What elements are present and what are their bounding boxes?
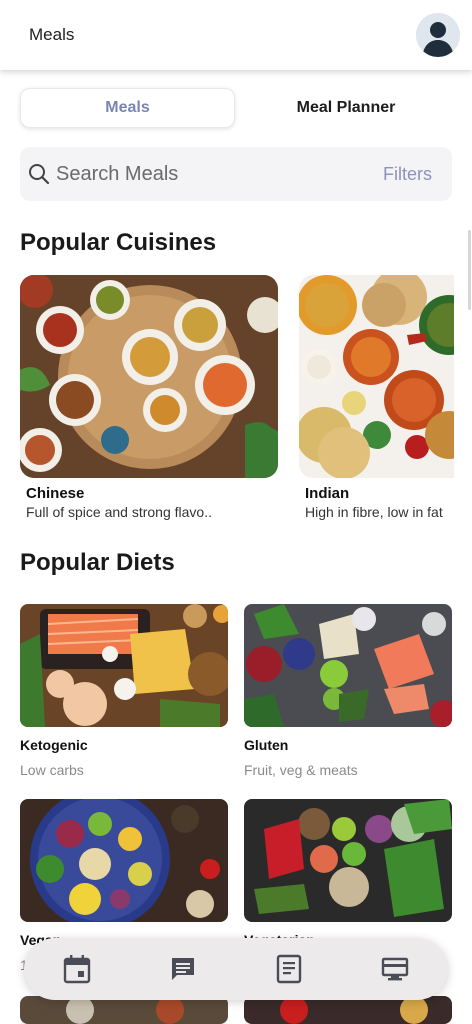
diet-card-next-left[interactable] (20, 996, 228, 1024)
cuisine-description: Full of spice and strong flavo.. (26, 504, 212, 520)
app-bar: Meals (0, 0, 472, 70)
vegetarian-food-image (244, 799, 452, 922)
diet-card-ketogenic[interactable]: Ketogenic Low carbs (20, 604, 228, 778)
chinese-food-image (20, 275, 278, 478)
meal-tabs: Meals Meal Planner (20, 88, 452, 128)
popular-cuisines-title: Popular Cuisines (20, 229, 217, 256)
diet-card-next-right[interactable] (244, 996, 452, 1024)
cuisine-carousel[interactable]: Chinese Full of spice and strong flavo..… (0, 270, 454, 530)
diet-image (244, 996, 452, 1024)
calendar-icon[interactable] (60, 952, 94, 986)
card-icon[interactable] (378, 952, 412, 986)
scrollbar[interactable] (468, 230, 471, 310)
cuisine-card-chinese[interactable]: Chinese Full of spice and strong flavo.. (20, 275, 278, 520)
gluten-food-image (244, 604, 452, 727)
diet-card-gluten[interactable]: Gluten Fruit, veg & meats (244, 604, 452, 778)
diet-name: Gluten (244, 737, 289, 753)
chat-icon[interactable] (166, 952, 200, 986)
tab-meal-planner[interactable]: Meal Planner (240, 88, 452, 128)
search-bar[interactable]: Search Meals Filters (20, 147, 452, 201)
user-avatar-icon[interactable] (416, 13, 460, 57)
ketogenic-food-image (20, 604, 228, 727)
cuisine-card-indian[interactable]: Indian High in fibre, low in fat (299, 275, 454, 520)
vegan-food-image (20, 799, 228, 922)
diet-description: Fruit, veg & meats (244, 762, 358, 778)
diet-description: Low carbs (20, 762, 84, 778)
diet-card-vegetarian[interactable]: Vegetarian (244, 799, 452, 957)
search-input[interactable]: Search Meals (56, 163, 178, 186)
page-title: Meals (29, 25, 75, 44)
popular-diets-title: Popular Diets (20, 549, 175, 576)
filters-button[interactable]: Filters (383, 164, 432, 185)
bottom-nav (24, 938, 448, 1000)
indian-food-image (299, 275, 454, 478)
cuisine-description: High in fibre, low in fat (305, 504, 443, 520)
tab-meals[interactable]: Meals (20, 88, 235, 128)
document-icon[interactable] (272, 952, 306, 986)
cuisine-name: Chinese (26, 485, 85, 502)
diet-image (20, 996, 228, 1024)
cuisine-name: Indian (305, 485, 350, 502)
search-icon (29, 164, 50, 185)
diet-name: Ketogenic (20, 737, 88, 753)
